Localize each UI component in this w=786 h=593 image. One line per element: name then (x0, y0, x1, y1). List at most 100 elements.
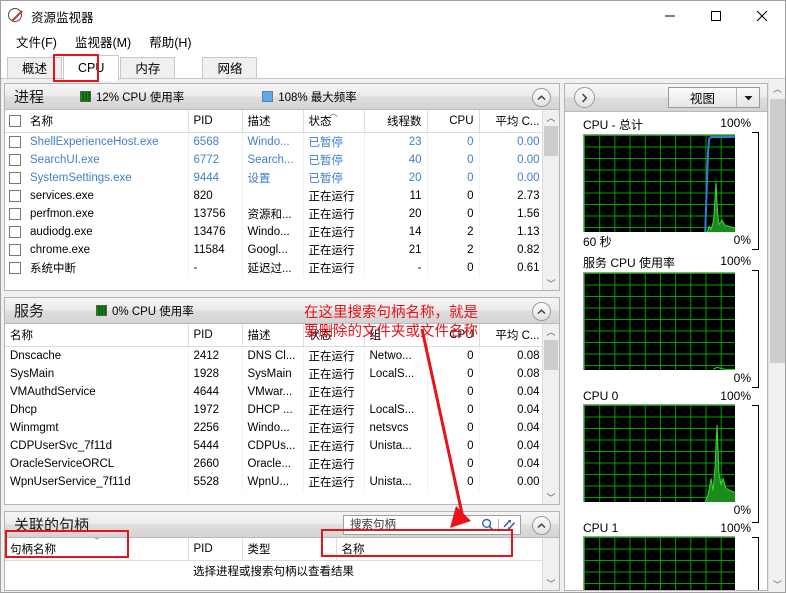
handles-collapse-button[interactable] (532, 516, 551, 535)
minimize-button[interactable] (647, 1, 693, 31)
chevron-down-icon[interactable] (736, 88, 759, 107)
table-row[interactable]: chrome.exe 11584 Googl... 正在运行 21 2 0.82 (5, 241, 542, 259)
handles-scrollbar[interactable]: ﹀ (542, 538, 559, 590)
main-scrollbar[interactable]: ︿ ﹀ (768, 80, 785, 592)
processes-select-all-header[interactable] (5, 110, 25, 133)
chevron-up-icon (537, 522, 546, 528)
graph-cpu-total: CPU - 总计 100% 60 秒 0% (565, 112, 767, 250)
tab-memory[interactable]: 内存 (120, 57, 176, 80)
processes-col-pid[interactable]: PID (188, 110, 243, 133)
table-row[interactable]: Dhcp 1972 DHCP ... 正在运行 LocalS... 0 0.04 (5, 401, 542, 419)
scrollbar-thumb[interactable] (770, 99, 785, 363)
checkbox-icon[interactable] (9, 171, 21, 184)
row-checkbox-cell[interactable] (5, 259, 25, 277)
row-checkbox-cell[interactable] (5, 223, 25, 241)
tab-cpu[interactable]: CPU (63, 55, 120, 81)
scroll-down-icon[interactable]: ﹀ (543, 490, 559, 504)
processes-scrollbar[interactable]: ︿ ﹀ (542, 110, 559, 290)
services-scrollbar[interactable]: ︿ ﹀ (542, 324, 559, 504)
scroll-up-icon[interactable]: ︿ (543, 324, 559, 339)
table-row[interactable]: VMAuthdService 4644 VMwar... 正在运行 0 0.04 (5, 383, 542, 401)
table-row[interactable]: WpnUserService_7f11d 5528 WpnU... 正在运行 U… (5, 473, 542, 491)
checkbox-icon[interactable] (9, 189, 21, 202)
close-button[interactable] (739, 1, 785, 31)
table-row[interactable]: services.exe 820 正在运行 11 0 2.73 (5, 187, 542, 205)
menu-help[interactable]: 帮助(H) (140, 31, 200, 52)
checkbox-icon[interactable] (9, 243, 21, 256)
services-col-status[interactable]: ︿ 状态 (303, 324, 365, 347)
table-row[interactable]: 系统中断 - 延迟过... 正在运行 - 0 0.61 (5, 259, 542, 277)
row-checkbox-cell[interactable] (5, 133, 25, 152)
services-col-pid[interactable]: PID (188, 324, 243, 347)
handle-search-box[interactable] (343, 515, 521, 535)
processes-panel-header[interactable]: 进程 12% CPU 使用率 108% 最大频率 (5, 84, 559, 110)
graph-plot (704, 424, 735, 502)
scrollbar-thumb[interactable] (544, 126, 558, 156)
processes-col-desc[interactable]: 描述 (242, 110, 304, 133)
tab-network[interactable]: 网络 (202, 57, 258, 80)
checkbox-icon[interactable] (9, 135, 21, 148)
row-checkbox-cell[interactable] (5, 205, 25, 223)
processes-col-threads[interactable]: 线程数 (364, 110, 428, 133)
refresh-icon[interactable] (502, 518, 517, 532)
table-row[interactable]: SearchUI.exe 6772 Search... 已暂停 40 0 0.0… (5, 151, 542, 169)
processes-collapse-button[interactable] (532, 88, 551, 107)
processes-col-status[interactable]: ︿ 状态 (303, 110, 365, 133)
checkbox-icon[interactable] (9, 225, 21, 238)
handles-col-type[interactable]: 类型 (242, 538, 337, 561)
table-row[interactable]: SysMain 1928 SysMain 正在运行 LocalS... 0 0.… (5, 365, 542, 383)
row-checkbox-cell[interactable] (5, 187, 25, 205)
table-row[interactable]: Winmgmt 2256 Windo... 正在运行 netsvcs 0 0.0… (5, 419, 542, 437)
checkbox-icon[interactable] (9, 261, 21, 274)
service-pid: 2256 (188, 419, 243, 437)
processes-col-avgcpu[interactable]: 平均 C... (479, 110, 542, 133)
table-row[interactable]: audiodg.exe 13476 Windo... 正在运行 14 2 1.1… (5, 223, 542, 241)
scroll-up-icon[interactable]: ︿ (543, 110, 559, 125)
service-cpu: 0 (427, 419, 480, 437)
processes-col-cpu[interactable]: CPU (427, 110, 480, 133)
sort-descending-icon: ﹀ (92, 538, 102, 546)
services-panel: 服务 0% CPU 使用率 名称 PID 描述 ︿ 状态 组 CPU 平均 C.… (4, 297, 560, 505)
services-col-group[interactable]: 组 (364, 324, 428, 347)
search-icon[interactable] (481, 518, 495, 532)
maximize-button[interactable] (693, 1, 739, 31)
service-status: 正在运行 (303, 346, 365, 365)
checkbox-icon[interactable] (9, 114, 21, 127)
table-row[interactable]: ShellExperienceHost.exe 6568 Windo... 已暂… (5, 132, 542, 152)
search-input[interactable] (348, 518, 474, 532)
scroll-down-icon[interactable]: ﹀ (543, 276, 559, 290)
table-row[interactable]: SystemSettings.exe 9444 设置 已暂停 20 0 0.00 (5, 169, 542, 187)
scrollbar-thumb[interactable] (544, 340, 558, 370)
services-col-cpu[interactable]: CPU (427, 324, 480, 347)
processes-col-name[interactable]: 名称 (25, 110, 189, 133)
scroll-down-icon[interactable]: ﹀ (769, 576, 785, 592)
view-dropdown[interactable]: 视图 (668, 87, 760, 108)
row-checkbox-cell[interactable] (5, 151, 25, 169)
tab-overview[interactable]: 概述 (7, 57, 63, 80)
services-collapse-button[interactable] (532, 302, 551, 321)
handles-col-pid[interactable]: PID (188, 538, 243, 561)
menu-file[interactable]: 文件(F) (7, 31, 66, 52)
scroll-up-icon[interactable]: ︿ (769, 80, 785, 97)
services-panel-header[interactable]: 服务 0% CPU 使用率 (5, 298, 559, 324)
table-row[interactable]: OracleServiceORCL 2660 Oracle... 正在运行 0 … (5, 455, 542, 473)
scroll-down-icon[interactable]: ﹀ (543, 576, 559, 590)
table-row[interactable]: CDPUserSvc_7f11d 5444 CDPUs... 正在运行 Unis… (5, 437, 542, 455)
table-row[interactable]: perfmon.exe 13756 资源和... 正在运行 20 0 1.56 (5, 205, 542, 223)
row-checkbox-cell[interactable] (5, 241, 25, 259)
row-checkbox-cell[interactable] (5, 169, 25, 187)
checkbox-icon[interactable] (9, 153, 21, 166)
checkbox-icon[interactable] (9, 207, 21, 220)
expand-panel-button[interactable] (574, 87, 595, 108)
services-col-desc[interactable]: 描述 (242, 324, 304, 347)
services-col-name[interactable]: 名称 (5, 324, 189, 347)
handles-panel-header[interactable]: 关联的句柄 (5, 512, 559, 538)
table-row[interactable]: Dnscache 2412 DNS Cl... 正在运行 Netwo... 0 … (5, 346, 542, 365)
services-col-avgcpu[interactable]: 平均 C... (479, 324, 542, 347)
graph-axis-bracket (752, 132, 759, 250)
processes-legend-freq-label: 108% 最大频率 (278, 91, 357, 104)
menu-monitor[interactable]: 监视器(M) (66, 31, 140, 52)
process-pid: 9444 (188, 169, 243, 187)
handles-col-name[interactable]: 名称 (336, 538, 542, 561)
handles-col-handlename[interactable]: ﹀ 句柄名称 (5, 538, 189, 561)
